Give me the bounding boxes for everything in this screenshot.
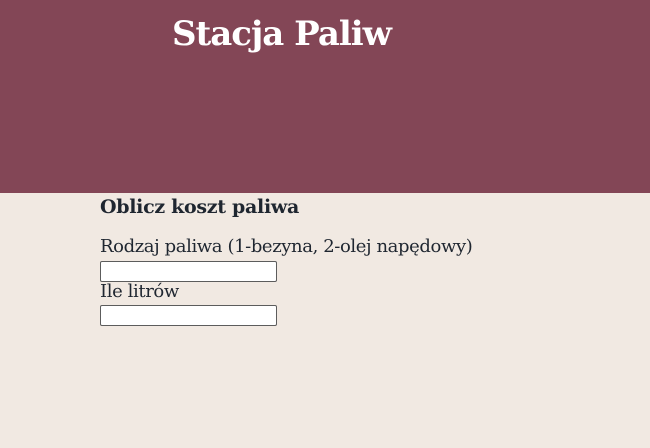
liters-label: Ile litrów xyxy=(100,281,179,302)
site-title: Stacja Paliw xyxy=(172,14,392,54)
form-heading: Oblicz koszt paliwa xyxy=(100,196,299,218)
header-banner: Stacja Paliw xyxy=(0,0,650,193)
fuel-type-label: Rodzaj paliwa (1-bezyna, 2-olej napędowy… xyxy=(100,236,473,257)
liters-input[interactable] xyxy=(100,305,277,326)
fuel-type-input[interactable] xyxy=(100,261,277,282)
